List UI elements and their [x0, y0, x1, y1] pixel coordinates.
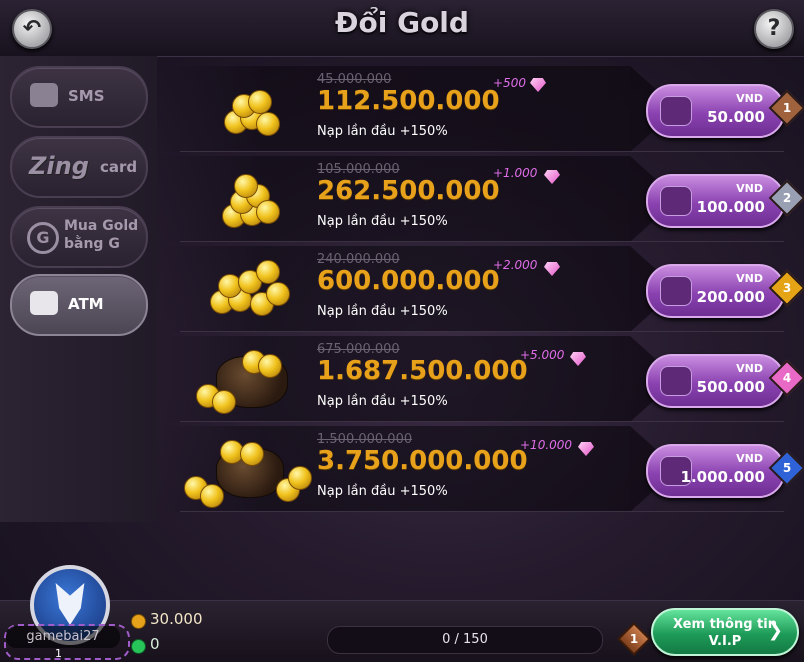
sidebar-item-label: card — [100, 158, 138, 176]
old-amount: 45.000.000 — [317, 72, 392, 87]
first-topup-promo: Nạp lần đầu +150% — [317, 304, 448, 319]
sms-icon — [30, 83, 58, 107]
first-topup-promo: Nạp lần đầu +150% — [317, 484, 448, 499]
g-coin-icon — [131, 639, 146, 654]
package-row: 1.500.000.000 3.750.000.000 Nạp lần đầu … — [160, 426, 804, 512]
username: gamebai27 — [6, 626, 120, 648]
package-row: 240.000.000 600.000.000 Nạp lần đầu +150… — [160, 246, 804, 332]
gold-bag-icon — [184, 440, 312, 508]
buy-button[interactable]: VND 100.000 — [646, 174, 785, 228]
sidebar-item-label: ATM — [68, 295, 104, 313]
help-button[interactable]: ? — [754, 9, 794, 49]
package-row: 105.000.000 262.500.000 Nạp lần đầu +150… — [160, 156, 804, 242]
old-amount: 105.000.000 — [317, 162, 400, 177]
help-icon: ? — [767, 16, 781, 41]
card-icon — [660, 96, 692, 126]
currency-label: VND — [736, 182, 763, 195]
buy-button[interactable]: VND 200.000 — [646, 264, 785, 318]
vip-progress-bar: 0 / 150 — [327, 626, 603, 654]
currency-label: VND — [736, 362, 763, 375]
old-amount: 240.000.000 — [317, 252, 400, 267]
price-label: 1.000.000 — [680, 468, 765, 486]
g-coin-icon: G — [27, 222, 59, 254]
gold-amount: 3.750.000.000 — [317, 446, 528, 476]
view-vip-button[interactable]: Xem thông tin V.I.P ❯ — [651, 608, 799, 656]
price-label: 100.000 — [696, 198, 765, 216]
first-topup-promo: Nạp lần đầu +150% — [317, 214, 448, 229]
gem-bonus: +500 — [493, 76, 526, 90]
card-icon — [660, 186, 692, 216]
currency-label: VND — [736, 452, 763, 465]
card-icon — [660, 276, 692, 306]
gold-balance: 30.000 — [150, 610, 203, 628]
buy-button[interactable]: VND 1.000.000 — [646, 444, 785, 498]
atm-card-icon — [30, 291, 58, 315]
sidebar-item-label: SMS — [68, 87, 105, 105]
gold-coins-icon — [210, 80, 280, 138]
vip-progress-text: 0 / 150 — [442, 632, 488, 647]
sidebar-item-label: Mua Gold bằng G — [64, 218, 139, 252]
header-bar: ↶ Đổi Gold ? — [0, 0, 804, 57]
buy-button[interactable]: VND 500.000 — [646, 354, 785, 408]
gem-bonus: +10.000 — [520, 438, 573, 452]
old-amount: 675.000.000 — [317, 342, 400, 357]
g-balance: 0 — [150, 635, 160, 653]
package-row: 675.000.000 1.687.500.000 Nạp lần đầu +1… — [160, 336, 804, 422]
sidebar-item-mua-gold[interactable]: G Mua Gold bằng G — [10, 206, 148, 268]
gem-bonus: +1.000 — [493, 166, 538, 180]
buy-button[interactable]: VND 50.000 — [646, 84, 785, 138]
gold-amount: 600.000.000 — [317, 266, 500, 296]
old-amount: 1.500.000.000 — [317, 432, 413, 447]
currency-label: VND — [736, 92, 763, 105]
doi-gold-screen: ↶ Đổi Gold ? SMS Zing card G Mua Gold bằ… — [0, 0, 804, 662]
gold-coins-icon — [210, 170, 280, 228]
sidebar-item-sms[interactable]: SMS — [10, 66, 148, 128]
gem-bonus: +5.000 — [520, 348, 565, 362]
page-title: Đổi Gold — [335, 6, 469, 39]
user-level: 1 — [55, 647, 62, 660]
gold-bag-icon — [192, 350, 292, 414]
gold-coins-icon — [210, 260, 290, 318]
price-label: 50.000 — [707, 108, 765, 126]
gold-amount: 1.687.500.000 — [317, 356, 528, 386]
wolf-avatar-icon — [55, 583, 85, 625]
first-topup-promo: Nạp lần đầu +150% — [317, 394, 448, 409]
gem-bonus: +2.000 — [493, 258, 538, 272]
price-label: 200.000 — [696, 288, 765, 306]
payment-method-sidebar: SMS Zing card G Mua Gold bằng G ATM — [0, 56, 157, 522]
sidebar-item-atm[interactable]: ATM — [10, 274, 148, 336]
gold-amount: 262.500.000 — [317, 176, 500, 206]
price-label: 500.000 — [696, 378, 765, 396]
card-icon — [660, 366, 692, 396]
first-topup-promo: Nạp lần đầu +150% — [317, 124, 448, 139]
gold-amount: 112.500.000 — [317, 86, 500, 116]
package-row: 45.000.000 112.500.000 Nạp lần đầu +150%… — [160, 66, 804, 152]
sidebar-item-zingcard[interactable]: Zing card — [10, 136, 148, 198]
gold-coin-icon — [131, 614, 146, 629]
chevron-right-icon: ❯ — [767, 620, 783, 641]
zing-logo: Zing — [29, 152, 89, 180]
currency-label: VND — [736, 272, 763, 285]
